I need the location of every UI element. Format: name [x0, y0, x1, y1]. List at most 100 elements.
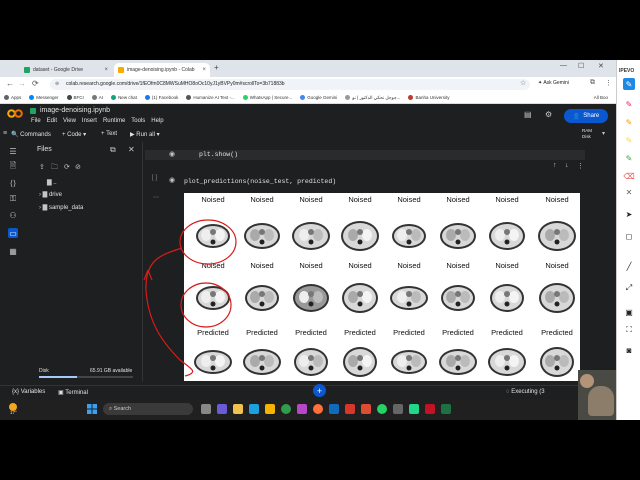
add-code-button[interactable]: + Code ▾	[62, 131, 86, 138]
vs-icon[interactable]	[425, 404, 435, 414]
menu-item-view[interactable]: View	[63, 118, 76, 124]
file-explorer-icon[interactable]	[233, 404, 243, 414]
notes-icon[interactable]: 🗎	[8, 161, 18, 172]
runtime-dropdown-icon[interactable]: ▾	[602, 130, 605, 137]
star-icon[interactable]: ☆	[520, 79, 526, 87]
add-cell-fab[interactable]: +	[313, 384, 326, 397]
pen-green-icon[interactable]: ✎	[623, 152, 635, 164]
variables-button[interactable]: {x} Variables	[12, 389, 45, 395]
task-view-icon[interactable]	[201, 404, 211, 414]
cursor-icon[interactable]: ➤	[623, 208, 635, 220]
move-up-icon[interactable]: ↑	[553, 162, 557, 169]
window-close-icon[interactable]: ✕	[598, 62, 604, 70]
mail-icon[interactable]	[329, 404, 339, 414]
close-files-icon[interactable]: ✕	[128, 145, 135, 154]
pen-yellow-icon[interactable]: ✎	[623, 134, 635, 146]
hamburger-icon[interactable]: ≡	[3, 130, 7, 137]
expand-icon[interactable]: ⤢	[623, 282, 635, 294]
colab-logo-icon[interactable]	[7, 109, 23, 118]
menu-item-help[interactable]: Help	[151, 118, 163, 124]
variables-icon[interactable]: ⚇	[8, 210, 18, 220]
widgets-icon[interactable]	[217, 404, 227, 414]
highlighter-pink-icon[interactable]: ✎	[623, 98, 635, 110]
reload-icon[interactable]: ⟳	[32, 79, 39, 88]
file-item-drive[interactable]: › ▇ drive	[39, 191, 62, 198]
settings-gear-icon[interactable]: ⚙	[545, 110, 552, 119]
clion-icon[interactable]	[409, 404, 419, 414]
bookmark-item[interactable]: جوجل نحكي الدكتور | نو...	[345, 95, 400, 101]
site-info-icon[interactable]: ⊜	[55, 79, 59, 90]
add-text-button[interactable]: + Text	[101, 131, 117, 137]
secrets-key-icon[interactable]: ⚿	[8, 194, 18, 204]
app-gray-icon[interactable]	[393, 404, 403, 414]
menu-item-insert[interactable]: Insert	[82, 118, 97, 124]
mount-drive-icon[interactable]: ⊘	[75, 163, 81, 171]
refresh-icon[interactable]: ⟳	[64, 163, 70, 171]
tab-drive[interactable]: dataset - Google Drive ×	[20, 63, 112, 77]
terminal-grid-icon[interactable]: ▦	[8, 246, 18, 256]
cell-more-icon[interactable]: ⋮	[577, 162, 584, 170]
notebook-title[interactable]: image-denoising.ipynb	[40, 107, 110, 114]
open-tab-icon[interactable]: ⧉	[110, 145, 116, 155]
bookmark-item[interactable]: Banha University	[408, 95, 449, 100]
file-item-parent[interactable]: ▇ ..	[47, 179, 57, 186]
pen-orange-icon[interactable]: ✎	[623, 116, 635, 128]
output-toggle-icon[interactable]: ⋯	[153, 194, 159, 201]
bookmark-item[interactable]: AI	[91, 95, 103, 100]
close-icon[interactable]: ×	[202, 67, 206, 73]
maximize-icon[interactable]: ☐	[578, 62, 584, 70]
image-icon[interactable]: ▣	[623, 306, 635, 318]
line-icon[interactable]: ╱	[623, 260, 635, 272]
back-icon[interactable]: ←	[6, 79, 14, 88]
store-icon[interactable]	[265, 404, 275, 414]
new-folder-icon[interactable]: 🗀	[51, 163, 58, 174]
chrome-icon[interactable]	[281, 404, 291, 414]
excel-icon[interactable]	[441, 404, 451, 414]
bookmark-item[interactable]: Messenger	[29, 95, 59, 100]
windows-start-icon[interactable]	[87, 404, 97, 414]
executing-status[interactable]: ◌ Executing (3	[506, 389, 545, 395]
terminal-button[interactable]: ▣ Terminal	[58, 389, 88, 396]
menu-item-file[interactable]: File	[31, 118, 41, 124]
ask-gemini-button[interactable]: ✦ Ask Gemini	[538, 80, 569, 86]
files-folder-icon[interactable]: ▭	[8, 228, 18, 238]
bookmark-item[interactable]: New chat	[111, 95, 137, 100]
media-icon[interactable]	[361, 404, 371, 414]
menu-item-runtime[interactable]: Runtime	[103, 118, 125, 124]
bookmark-item[interactable]: BFCI	[66, 95, 84, 100]
bookmark-item[interactable]: Apps	[4, 95, 21, 100]
commands-button[interactable]: 🔍 Commands	[11, 131, 51, 138]
file-item-sample-data[interactable]: › ▇ sample_data	[39, 204, 83, 211]
extensions-icon[interactable]: ⧉	[590, 79, 595, 87]
new-tab-button[interactable]: +	[214, 63, 219, 72]
share-button[interactable]: 👤 Share	[564, 109, 608, 123]
upload-icon[interactable]: ⇪	[39, 163, 45, 171]
menu-item-tools[interactable]: Tools	[131, 118, 145, 124]
eraser-icon[interactable]: ⌫	[623, 170, 635, 182]
toc-icon[interactable]: ☰	[8, 146, 18, 156]
crop-icon[interactable]: ⛶	[623, 324, 635, 336]
app-red-icon[interactable]	[345, 404, 355, 414]
tab-colab[interactable]: image-denoising.ipynb - Colab ×	[114, 63, 210, 77]
edge-icon[interactable]	[249, 404, 259, 414]
whatsapp-icon[interactable]	[377, 404, 387, 414]
clear-icon[interactable]: ✕	[623, 186, 635, 198]
shape-icon[interactable]: ◻	[623, 230, 635, 242]
code-snippets-icon[interactable]: ⟨⟩	[8, 178, 18, 188]
bookmark-item[interactable]: (1) Facebook	[144, 95, 178, 100]
minimize-icon[interactable]: —	[560, 62, 567, 69]
bookmark-item[interactable]: WhatsApp | Secure...	[242, 95, 292, 100]
url-input[interactable]: ⊜ colab.research.google.com/drive/1fEOfm…	[50, 79, 530, 90]
forward-icon[interactable]: →	[18, 79, 26, 88]
taskbar-search-box[interactable]: ⌕ Search	[103, 403, 193, 415]
move-down-icon[interactable]: ↓	[565, 162, 569, 169]
ram-disk-indicator[interactable]: RAM Disk	[582, 128, 592, 140]
close-icon[interactable]: ×	[104, 67, 108, 73]
camera-icon[interactable]: ◙	[623, 344, 635, 356]
bookmark-item[interactable]: Google Gemini	[300, 95, 337, 100]
all-bookmarks[interactable]: All Boo	[594, 95, 608, 100]
bookmark-item[interactable]: Humanize AI Text -...	[186, 95, 235, 100]
menu-item-edit[interactable]: Edit	[47, 118, 57, 124]
app-icon[interactable]	[297, 404, 307, 414]
cell-run-icon[interactable]: ◉	[169, 176, 175, 184]
